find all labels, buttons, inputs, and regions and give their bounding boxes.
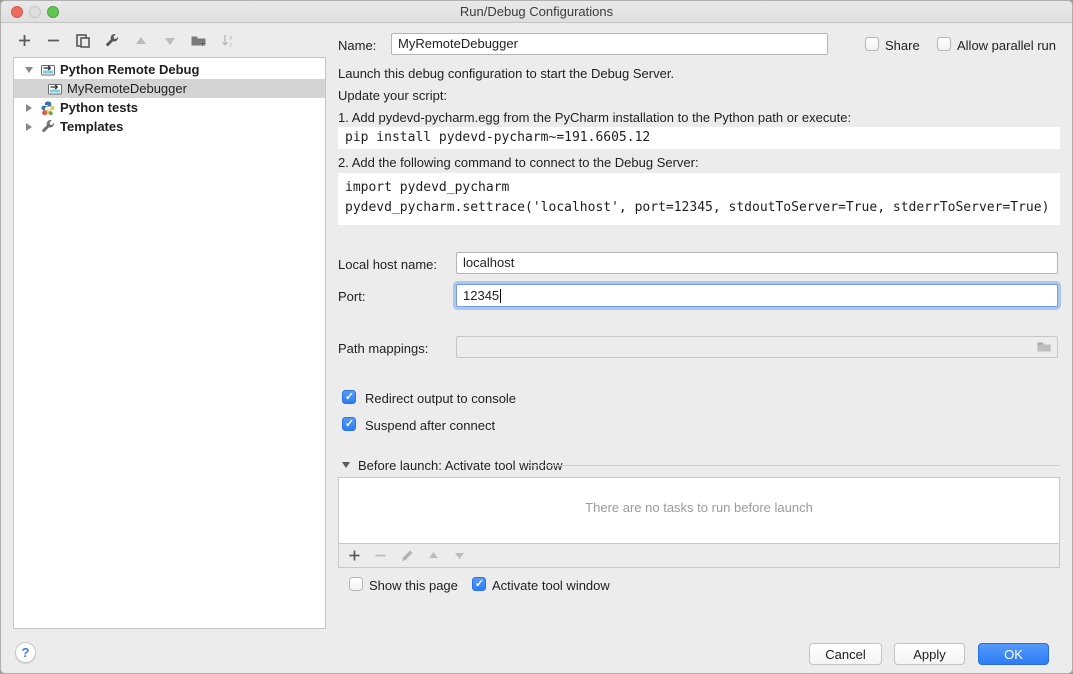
add-task-icon[interactable] <box>348 549 361 562</box>
tasks-toolbar <box>339 543 1059 567</box>
pip-install-command: pip install pydevd-pycharm~=191.6605.12 <box>338 127 1060 149</box>
intro-line-1: Launch this debug configuration to start… <box>338 66 674 81</box>
configurations-toolbar: az <box>16 32 236 49</box>
browse-folder-icon[interactable] <box>1036 340 1052 354</box>
name-input[interactable]: MyRemoteDebugger <box>391 33 828 55</box>
code-line-2: pydevd_pycharm.settrace('localhost', por… <box>345 200 1049 215</box>
remove-configuration-icon[interactable] <box>45 32 62 49</box>
tree-item-myremotedebugger[interactable]: MyRemoteDebugger <box>14 79 325 98</box>
sort-alphabetically-icon: az <box>219 32 236 49</box>
suspend-after-connect-label: Suspend after connect <box>365 418 495 433</box>
python-tests-icon <box>40 100 56 116</box>
move-task-up-icon <box>427 549 440 562</box>
step-2-text: 2. Add the following command to connect … <box>338 155 699 170</box>
remote-debug-icon <box>47 81 63 97</box>
window-title: Run/Debug Configurations <box>1 4 1072 19</box>
remove-task-icon <box>374 549 387 562</box>
tree-item-label: Python Remote Debug <box>60 62 199 77</box>
move-down-icon <box>161 32 178 49</box>
before-launch-separator <box>528 465 1060 466</box>
show-this-page-label: Show this page <box>369 578 458 593</box>
step-1-text: 1. Add pydevd-pycharm.egg from the PyCha… <box>338 110 851 125</box>
tree-item-label: Templates <box>60 119 123 134</box>
add-configuration-icon[interactable] <box>16 32 33 49</box>
show-this-page-checkbox[interactable] <box>349 577 363 591</box>
settrace-code-block: import pydevd_pycharm pydevd_pycharm.set… <box>338 173 1060 225</box>
ok-button[interactable]: OK <box>978 643 1049 665</box>
svg-text:a: a <box>229 34 233 41</box>
code-line-1: import pydevd_pycharm <box>345 180 509 195</box>
suspend-after-connect-checkbox[interactable] <box>342 417 356 431</box>
expand-collapse-icon[interactable] <box>22 104 36 112</box>
redirect-output-checkbox[interactable] <box>342 390 356 404</box>
path-mappings-input[interactable] <box>456 336 1058 358</box>
wrench-icon <box>40 119 56 135</box>
local-host-name-label: Local host name: <box>338 257 437 272</box>
move-task-down-icon <box>453 549 466 562</box>
port-input[interactable]: 12345 <box>456 284 1058 307</box>
tasks-empty-message: There are no tasks to run before launch <box>339 500 1059 515</box>
before-launch-collapse-icon[interactable] <box>342 462 350 468</box>
intro-line-2: Update your script: <box>338 88 447 103</box>
tree-item-templates[interactable]: Templates <box>14 117 325 136</box>
tree-item-label: Python tests <box>60 100 138 115</box>
tree-item-python-remote-debug[interactable]: Python Remote Debug <box>14 60 325 79</box>
configurations-tree: Python Remote Debug MyRemoteDebugger Pyt… <box>13 57 326 629</box>
copy-configuration-icon[interactable] <box>74 32 91 49</box>
allow-parallel-run-checkbox[interactable] <box>937 37 951 51</box>
activate-tool-window-label: Activate tool window <box>492 578 610 593</box>
share-label: Share <box>885 38 920 53</box>
port-value: 12345 <box>463 288 499 303</box>
local-host-name-input[interactable]: localhost <box>456 252 1058 274</box>
help-button[interactable]: ? <box>15 642 36 663</box>
share-checkbox[interactable] <box>865 37 879 51</box>
titlebar: Run/Debug Configurations <box>1 1 1072 23</box>
apply-button[interactable]: Apply <box>894 643 965 665</box>
activate-tool-window-checkbox[interactable] <box>472 577 486 591</box>
expand-collapse-icon[interactable] <box>22 67 36 73</box>
redirect-output-label: Redirect output to console <box>365 391 516 406</box>
name-label: Name: <box>338 38 376 53</box>
run-debug-configurations-dialog: Run/Debug Configurations az <box>0 0 1073 674</box>
edit-templates-wrench-icon[interactable] <box>103 32 120 49</box>
tree-item-python-tests[interactable]: Python tests <box>14 98 325 117</box>
expand-collapse-icon[interactable] <box>22 123 36 131</box>
path-mappings-label: Path mappings: <box>338 341 428 356</box>
port-label: Port: <box>338 289 365 304</box>
remote-debug-icon <box>40 62 56 78</box>
edit-task-icon <box>400 549 414 563</box>
allow-parallel-run-label: Allow parallel run <box>957 38 1056 53</box>
svg-text:z: z <box>229 42 232 49</box>
tree-item-label: MyRemoteDebugger <box>67 81 187 96</box>
new-folder-icon[interactable] <box>190 32 207 49</box>
text-cursor <box>500 289 501 303</box>
before-launch-tasks-panel: There are no tasks to run before launch <box>338 477 1060 568</box>
move-up-icon <box>132 32 149 49</box>
cancel-button[interactable]: Cancel <box>809 643 882 665</box>
